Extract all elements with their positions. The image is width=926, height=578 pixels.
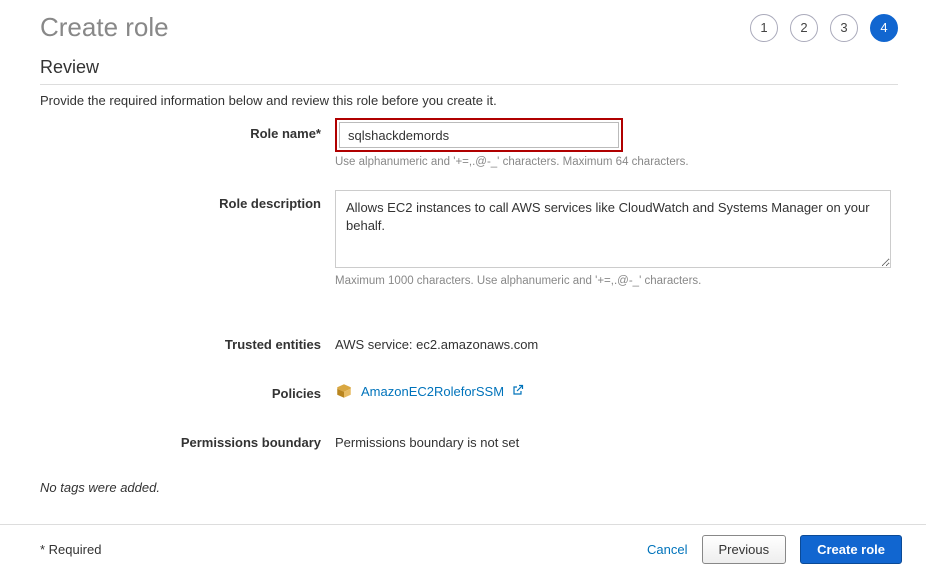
previous-button[interactable]: Previous	[702, 535, 787, 564]
required-note: * Required	[40, 542, 101, 557]
permissions-boundary-label: Permissions boundary	[40, 429, 335, 450]
role-description-label: Role description	[40, 190, 335, 211]
role-name-highlight	[335, 118, 623, 152]
role-name-label: Role name*	[40, 118, 335, 141]
no-tags-text: No tags were added.	[40, 480, 898, 495]
footer: * Required Cancel Previous Create role	[0, 524, 926, 578]
permissions-boundary-value: Permissions boundary is not set	[335, 429, 898, 450]
step-4[interactable]: 4	[870, 14, 898, 42]
role-description-hint: Maximum 1000 characters. Use alphanumeri…	[335, 275, 898, 287]
policies-label: Policies	[40, 380, 335, 401]
create-role-button[interactable]: Create role	[800, 535, 902, 564]
wizard-steps: 1 2 3 4	[750, 14, 898, 42]
step-2[interactable]: 2	[790, 14, 818, 42]
trusted-entities-value: AWS service: ec2.amazonaws.com	[335, 331, 898, 352]
external-link-icon	[512, 384, 524, 399]
role-description-input[interactable]	[335, 190, 891, 268]
role-name-input[interactable]	[339, 122, 619, 148]
section-title: Review	[40, 57, 898, 78]
cancel-button[interactable]: Cancel	[647, 542, 687, 557]
role-name-hint: Use alphanumeric and '+=,.@-_' character…	[335, 156, 898, 168]
step-3[interactable]: 3	[830, 14, 858, 42]
page-title: Create role	[40, 12, 169, 43]
policy-link[interactable]: AmazonEC2RoleforSSM	[361, 384, 504, 399]
intro-text: Provide the required information below a…	[40, 93, 898, 108]
trusted-entities-label: Trusted entities	[40, 331, 335, 352]
policy-icon	[335, 382, 353, 400]
step-1[interactable]: 1	[750, 14, 778, 42]
divider	[40, 84, 898, 85]
